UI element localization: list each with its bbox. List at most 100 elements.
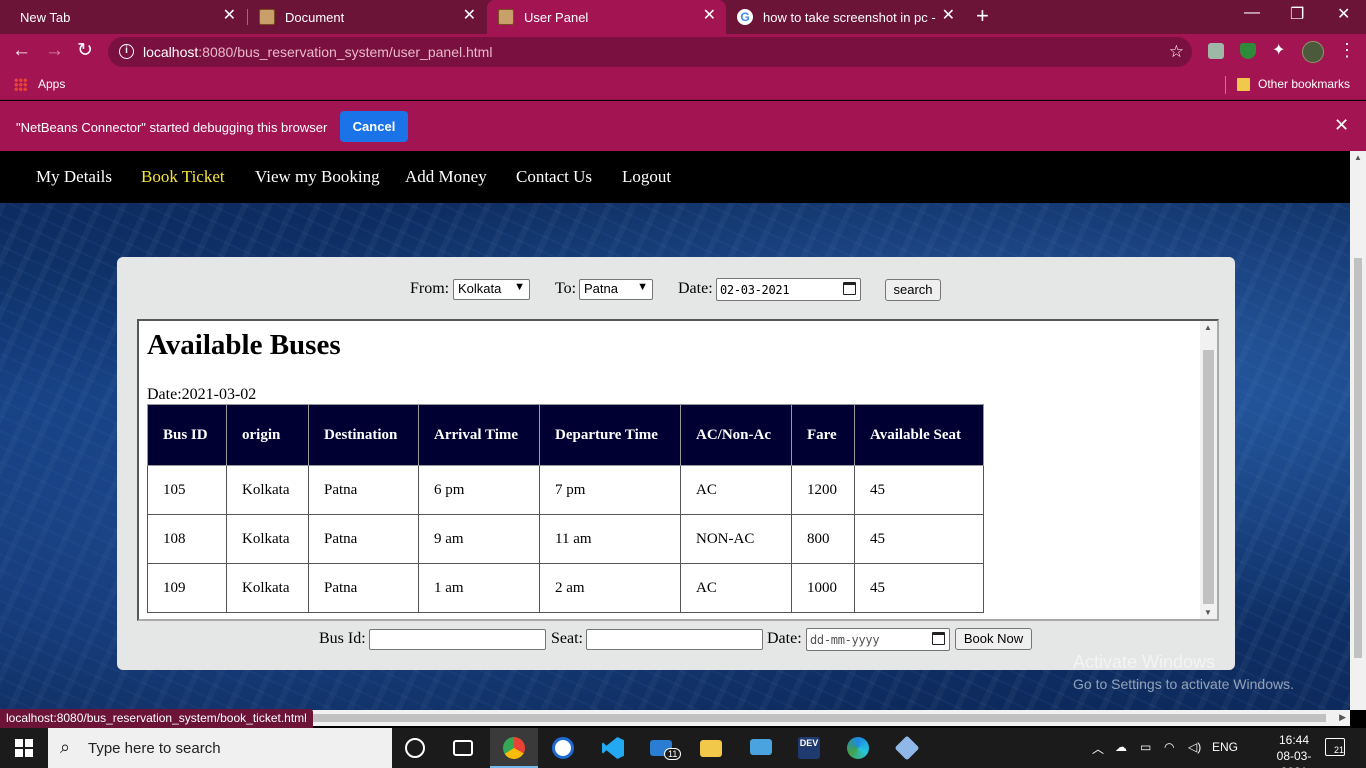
back-arrow-icon[interactable]: ← xyxy=(12,41,31,61)
link-status-bubble: localhost:8080/bus_reservation_system/bo… xyxy=(0,709,313,728)
tray-chevron-up-icon[interactable]: ︿ xyxy=(1092,740,1104,757)
extension-cube-icon[interactable] xyxy=(1208,43,1224,59)
watermark-subtitle: Go to Settings to activate Windows. xyxy=(1073,676,1294,692)
tab-google-search[interactable]: G how to take screenshot in pc - Go ✕ xyxy=(727,0,965,34)
dev-cpp-icon[interactable]: DEV xyxy=(798,737,820,759)
file-explorer-icon[interactable] xyxy=(700,740,722,757)
taskbar-search-box[interactable]: ⌕ Type here to search xyxy=(48,728,392,768)
calendar-icon[interactable] xyxy=(932,632,945,645)
mail-badge: 11 xyxy=(664,748,682,760)
restore-icon[interactable]: ❐ xyxy=(1290,4,1304,24)
book-now-button[interactable]: Book Now xyxy=(955,628,1032,650)
vscode-icon[interactable] xyxy=(602,737,624,759)
reload-icon[interactable]: ↻ xyxy=(77,41,93,61)
virtualbox-icon[interactable] xyxy=(894,735,920,761)
wifi-icon[interactable]: ◠ xyxy=(1164,740,1174,754)
other-bookmarks[interactable]: Other bookmarks xyxy=(1258,77,1350,91)
taskbar-search-placeholder: Type here to search xyxy=(88,740,221,757)
extension-shield-icon[interactable] xyxy=(1240,43,1256,59)
bus-id-input[interactable] xyxy=(369,629,546,650)
site-info-icon[interactable]: i xyxy=(119,44,134,59)
cell-arrival: 6 pm xyxy=(418,465,540,515)
bus-id-label: Bus Id: xyxy=(319,630,366,647)
clock-time: 16:44 xyxy=(1278,733,1310,747)
infobar-message: "NetBeans Connector" started debugging t… xyxy=(16,120,328,135)
to-select[interactable]: Patna ▼ xyxy=(579,279,653,300)
scroll-up-icon[interactable]: ▲ xyxy=(1204,323,1212,332)
scroll-up-icon[interactable]: ▲ xyxy=(1354,153,1362,162)
nav-add-money[interactable]: Add Money xyxy=(405,167,487,187)
cortana-icon[interactable] xyxy=(405,738,425,758)
nav-my-details[interactable]: My Details xyxy=(36,167,112,187)
close-window-icon[interactable]: ✕ xyxy=(1337,4,1350,24)
from-select-value: Kolkata xyxy=(458,281,502,296)
volume-icon[interactable]: ◁) xyxy=(1188,740,1201,754)
nav-book-ticket[interactable]: Book Ticket xyxy=(141,167,225,187)
scroll-thumb[interactable] xyxy=(1203,350,1214,604)
apps-grid-icon[interactable] xyxy=(14,78,27,91)
page-vertical-scrollbar[interactable]: ▲ xyxy=(1350,151,1366,710)
scroll-right-icon[interactable]: ▶ xyxy=(1339,712,1346,723)
bookmark-star-icon[interactable]: ☆ xyxy=(1169,42,1184,62)
task-view-icon[interactable] xyxy=(453,740,473,756)
extensions-puzzle-icon[interactable]: ✦ xyxy=(1272,43,1288,59)
booking-date-input[interactable]: dd-mm-yyyy xyxy=(806,628,950,651)
taskbar-clock[interactable]: 16:44 08-03-2021 xyxy=(1265,732,1323,768)
taskbar-chrome-active[interactable] xyxy=(490,728,538,768)
nav-contact-us[interactable]: Contact Us xyxy=(516,167,592,187)
results-frame: Available Buses Date:2021-03-02 Bus ID o… xyxy=(137,319,1219,621)
new-tab-plus-icon[interactable]: + xyxy=(976,4,989,28)
tab-title: how to take screenshot in pc - Go xyxy=(763,9,938,25)
cell-departure: 11 am xyxy=(539,514,681,564)
clock-date: 08-03-2021 xyxy=(1276,749,1312,768)
apps-bookmark[interactable]: Apps xyxy=(38,77,65,91)
language-indicator[interactable]: ENG xyxy=(1212,740,1238,754)
menu-kebab-icon[interactable]: ⋮ xyxy=(1338,40,1356,60)
search-date-value: 02-03-2021 xyxy=(720,283,790,297)
scroll-down-icon[interactable]: ▼ xyxy=(1204,608,1212,617)
col-departure-time: Departure Time xyxy=(539,404,681,466)
onedrive-cloud-icon[interactable]: ☁ xyxy=(1115,740,1127,754)
tab-document[interactable]: Document ✕ xyxy=(248,0,486,34)
document-favicon-icon xyxy=(259,9,275,25)
tab-close-icon[interactable]: ✕ xyxy=(463,8,476,24)
app-w-icon[interactable] xyxy=(552,737,574,759)
tab-close-icon[interactable]: ✕ xyxy=(942,8,955,24)
cell-available-seat: 45 xyxy=(854,465,984,515)
bookmarks-separator xyxy=(1225,76,1226,94)
tab-close-icon[interactable]: ✕ xyxy=(223,8,236,24)
tab-user-panel[interactable]: User Panel ✕ xyxy=(487,0,726,34)
cancel-debug-button[interactable]: Cancel xyxy=(340,111,408,142)
activate-windows-watermark: Activate Windows Go to Settings to activ… xyxy=(1073,652,1294,692)
windows-start-icon[interactable] xyxy=(15,739,33,757)
search-button[interactable]: search xyxy=(885,279,941,301)
notification-center-icon[interactable]: 21 xyxy=(1325,738,1345,756)
scroll-thumb[interactable] xyxy=(1354,258,1362,658)
cell-departure: 2 am xyxy=(539,563,681,613)
debug-infobar: "NetBeans Connector" started debugging t… xyxy=(0,101,1366,151)
seat-input[interactable] xyxy=(586,629,763,650)
tab-title: User Panel xyxy=(524,9,589,25)
forward-arrow-icon[interactable]: → xyxy=(45,41,64,61)
tab-close-icon[interactable]: ✕ xyxy=(703,8,716,24)
frame-scrollbar[interactable]: ▲ ▼ xyxy=(1200,321,1217,619)
search-date-input[interactable]: 02-03-2021 xyxy=(716,278,861,301)
nav-logout[interactable]: Logout xyxy=(622,167,671,187)
infobar-close-icon[interactable]: ✕ xyxy=(1334,116,1349,134)
calendar-icon[interactable] xyxy=(843,282,856,295)
from-select[interactable]: Kolkata ▼ xyxy=(453,279,530,300)
monitor-app-icon[interactable] xyxy=(750,739,772,755)
booking-date-placeholder: dd-mm-yyyy xyxy=(810,633,880,647)
tab-new-tab[interactable]: New Tab ✕ xyxy=(0,0,246,34)
battery-plug-icon[interactable]: ▭ xyxy=(1140,740,1151,754)
profile-avatar[interactable] xyxy=(1302,41,1324,63)
nav-view-my-booking[interactable]: View my Booking xyxy=(255,167,380,187)
col-origin: origin xyxy=(226,404,309,466)
results-date: Date:2021-03-02 xyxy=(147,386,257,403)
minimize-icon[interactable]: — xyxy=(1244,4,1260,22)
tab-title: New Tab xyxy=(20,9,71,25)
edge-icon[interactable] xyxy=(847,737,869,759)
url-text[interactable]: localhost:8080/bus_reservation_system/us… xyxy=(143,44,492,60)
cell-arrival: 9 am xyxy=(418,514,540,564)
address-bar[interactable]: i localhost:8080/bus_reservation_system/… xyxy=(108,37,1192,67)
